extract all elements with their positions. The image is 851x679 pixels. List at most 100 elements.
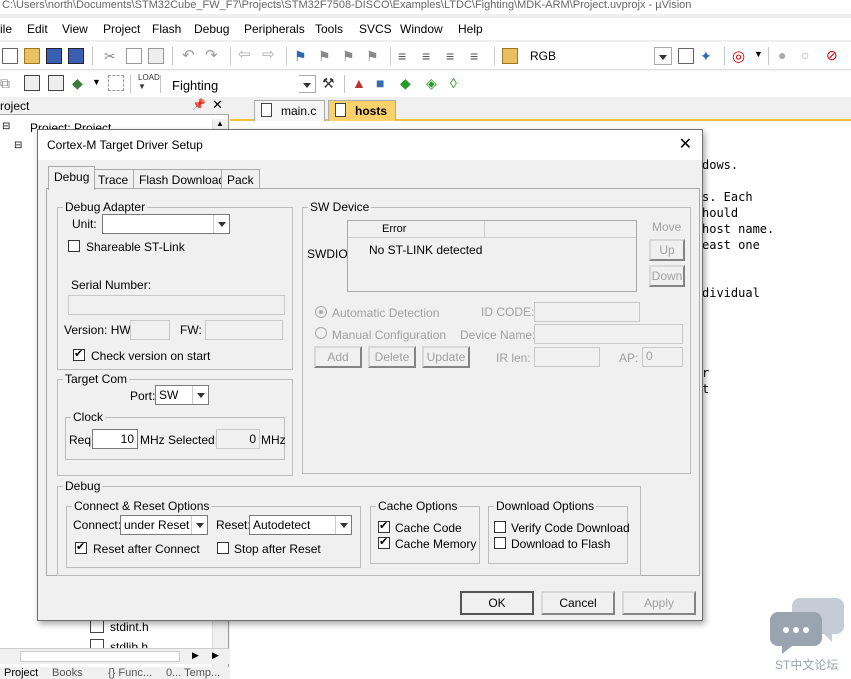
code-line: dividual: [702, 286, 760, 300]
tab-templates[interactable]: 0... Temp...: [166, 667, 220, 679]
kill-breakpoints-icon[interactable]: ⊘: [826, 47, 842, 63]
file-stdint[interactable]: stdint.h: [110, 620, 149, 634]
code-line: host name.: [702, 222, 775, 236]
nav-forward-icon[interactable]: ⇨: [262, 45, 278, 63]
new-file-icon[interactable]: [2, 48, 18, 64]
build-icon[interactable]: [24, 75, 40, 91]
menu-svcs[interactable]: SVCS: [359, 22, 392, 36]
incremental-find-icon[interactable]: ✦: [700, 48, 716, 64]
automatic-detection-radio[interactable]: [315, 306, 327, 318]
menu-help[interactable]: Help: [458, 22, 483, 36]
connect-reset-group: Connect & Reset Options Connect: under R…: [66, 499, 361, 568]
menu-file[interactable]: ile: [0, 22, 12, 36]
manual-configuration-radio[interactable]: [315, 327, 327, 339]
find-in-files-icon[interactable]: [502, 48, 518, 64]
bookmark-icon[interactable]: ⚑: [294, 48, 310, 64]
dialog-close-icon[interactable]: ✕: [679, 134, 692, 154]
open-folder-icon[interactable]: [24, 48, 40, 64]
cut-icon[interactable]: ✂: [104, 48, 120, 64]
find-icon[interactable]: [678, 48, 694, 64]
ap-field: 0: [642, 347, 683, 367]
menu-flash[interactable]: Flash: [152, 22, 181, 36]
manage-components-icon[interactable]: ■: [376, 75, 392, 91]
disable-breakpoint-icon[interactable]: ○: [801, 47, 817, 63]
tab-hosts[interactable]: hosts: [328, 100, 397, 121]
project-hscrollbar[interactable]: ▶ ▶: [0, 648, 229, 664]
paste-icon[interactable]: [148, 48, 164, 64]
unit-select[interactable]: [102, 214, 230, 234]
menu-tools[interactable]: Tools: [315, 22, 343, 36]
copy-icon[interactable]: [126, 48, 142, 64]
tab-project[interactable]: Project: [4, 667, 38, 679]
expand-root-icon[interactable]: ⊟: [2, 121, 10, 132]
find-combo-text[interactable]: RGB: [530, 49, 556, 63]
debug-session-icon[interactable]: ◎: [732, 47, 748, 65]
tab-debug[interactable]: Debug: [48, 166, 96, 190]
tab-functions[interactable]: {} Func...: [108, 667, 152, 679]
pin-icon[interactable]: 📌: [192, 98, 206, 111]
select-packs-icon[interactable]: ◆: [400, 75, 416, 91]
save-icon[interactable]: [46, 48, 62, 64]
prev-bookmark-icon[interactable]: ⚑: [318, 48, 334, 64]
port-select[interactable]: SW: [155, 385, 209, 405]
rebuild-icon[interactable]: [48, 75, 64, 91]
clear-bookmarks-icon[interactable]: ⚑: [366, 48, 382, 64]
debug-dropdown-icon[interactable]: ▼: [754, 49, 763, 59]
stop-after-reset-checkbox[interactable]: [217, 542, 229, 554]
target-select-dropdown[interactable]: [299, 75, 316, 93]
uncomment-icon[interactable]: ≡: [470, 48, 486, 64]
batch-build-icon[interactable]: ◆: [72, 75, 88, 91]
manage-project-icon[interactable]: ▲: [352, 75, 368, 91]
delete-button[interactable]: Delete: [368, 346, 416, 368]
shareable-stlink-checkbox[interactable]: [68, 240, 80, 252]
add-button[interactable]: Add: [314, 346, 362, 368]
comment-icon[interactable]: ≡: [446, 48, 462, 64]
rte-icon[interactable]: ◊: [450, 75, 466, 91]
nav-back-icon[interactable]: ⇦: [238, 45, 254, 63]
menu-peripherals[interactable]: Peripherals: [244, 22, 305, 36]
tab-trace[interactable]: Trace: [92, 169, 135, 189]
verify-code-download-checkbox[interactable]: [494, 521, 506, 533]
find-combo-dropdown[interactable]: [654, 47, 672, 65]
ok-button[interactable]: OK: [460, 591, 534, 615]
update-button[interactable]: Update: [422, 346, 470, 368]
apply-button[interactable]: Apply: [622, 591, 696, 615]
breakpoint-icon[interactable]: ●: [778, 47, 794, 63]
reset-after-connect-checkbox[interactable]: [75, 540, 87, 554]
req-clock-field[interactable]: 10: [92, 429, 138, 449]
cancel-button[interactable]: Cancel: [541, 591, 615, 615]
check-version-checkbox[interactable]: [73, 347, 85, 361]
options-for-target-icon[interactable]: ⚒: [322, 75, 338, 91]
batch-dropdown-icon[interactable]: ▼: [92, 77, 101, 87]
reset-select[interactable]: Autodetect: [249, 515, 352, 535]
load-icon[interactable]: LOAD ▼: [138, 73, 160, 91]
stop-build-icon[interactable]: [108, 75, 124, 91]
menu-project[interactable]: Project: [103, 22, 140, 36]
tab-flash-download[interactable]: Flash Download: [133, 169, 232, 189]
unindent-icon[interactable]: ≡: [422, 48, 438, 64]
panel-close-icon[interactable]: ✕: [212, 97, 223, 113]
move-down-button[interactable]: Down: [649, 265, 685, 287]
cache-memory-checkbox[interactable]: [378, 535, 390, 549]
menu-debug[interactable]: Debug: [194, 22, 229, 36]
redo-icon[interactable]: ↷: [205, 46, 221, 64]
cache-code-checkbox[interactable]: [378, 519, 390, 533]
undo-icon[interactable]: ↶: [182, 46, 198, 64]
tab-main-c[interactable]: main.c: [254, 100, 326, 121]
save-all-icon[interactable]: [68, 48, 84, 64]
indent-icon[interactable]: ≡: [398, 48, 414, 64]
menu-window[interactable]: Window: [400, 22, 443, 36]
menu-view[interactable]: View: [62, 22, 88, 36]
download-to-flash-checkbox[interactable]: [494, 537, 506, 549]
tab-pack[interactable]: Pack: [221, 169, 260, 189]
next-bookmark-icon[interactable]: ⚑: [342, 48, 358, 64]
connect-select[interactable]: under Reset: [120, 515, 208, 535]
move-up-button[interactable]: Up: [649, 239, 685, 261]
pack-installer-icon[interactable]: ◈: [426, 75, 442, 91]
target-select-text[interactable]: Fighting: [172, 78, 218, 93]
sw-device-list[interactable]: Error No ST-LINK detected: [347, 220, 637, 292]
menu-edit[interactable]: Edit: [27, 22, 48, 36]
tab-books[interactable]: Books: [52, 667, 83, 679]
translate-icon[interactable]: ⧉: [0, 75, 16, 91]
expand-target-icon[interactable]: ⊟: [14, 140, 22, 151]
